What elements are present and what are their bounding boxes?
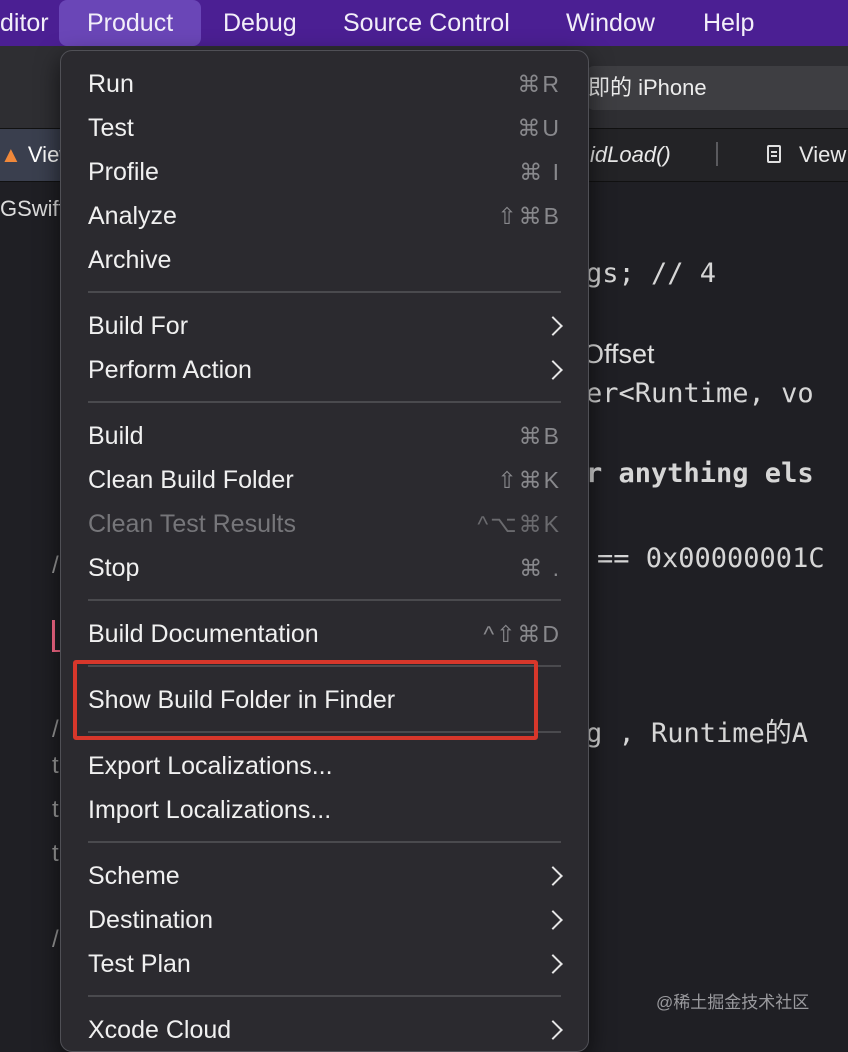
menu-separator [88, 291, 561, 293]
menu-separator [88, 995, 561, 997]
code-line: gs; // 4 [586, 258, 717, 289]
document-icon [767, 145, 781, 163]
menu-item-xcode-cloud[interactable]: Xcode Cloud [88, 1012, 231, 1048]
code-line: g , Runtime的A [586, 718, 809, 749]
code-line: r anything els [586, 458, 814, 489]
code-gutter-char: / [52, 926, 59, 953]
shortcut-build-documentation: ^⇧⌘D [483, 621, 561, 647]
menu-item-destination[interactable]: Destination [88, 902, 213, 938]
code-line: er<Runtime, vo [586, 378, 814, 409]
shortcut-clean-test-results: ^⌥⌘K [477, 511, 561, 537]
menu-item-export-localizations[interactable]: Export Localizations... [88, 748, 333, 784]
shortcut-analyze: ⇧⌘B [497, 203, 561, 229]
menu-item-profile[interactable]: Profile [88, 154, 159, 190]
menu-item-run[interactable]: Run [88, 66, 134, 102]
code-gutter-char: / [52, 552, 59, 579]
shortcut-build: ⌘B [518, 423, 561, 449]
chevron-right-icon [543, 316, 563, 336]
highlight-box [73, 660, 538, 740]
code-gutter-char: / [52, 716, 59, 743]
run-destination-selector[interactable]: 即的 iPhone [586, 66, 848, 110]
swift-file-icon: ▲ [0, 142, 22, 167]
menu-item-analyze[interactable]: Analyze [88, 198, 177, 234]
menubar-item-help[interactable]: Help [703, 0, 754, 46]
tab-view-doc-label[interactable]: View [799, 129, 846, 181]
shortcut-profile: ⌘ I [519, 159, 561, 185]
menu-item-clean-build-folder[interactable]: Clean Build Folder [88, 462, 294, 498]
breadcrumb[interactable]: GSwift [0, 196, 65, 222]
chevron-right-icon [543, 954, 563, 974]
tab-divider [716, 142, 718, 166]
menu-item-build-documentation[interactable]: Build Documentation [88, 616, 319, 652]
menubar-item-product[interactable]: Product [59, 0, 202, 46]
chevron-right-icon [543, 360, 563, 380]
menu-item-archive[interactable]: Archive [88, 242, 171, 278]
chevron-right-icon [543, 866, 563, 886]
menubar-item-window[interactable]: Window [566, 0, 655, 46]
menu-item-test-plan[interactable]: Test Plan [88, 946, 191, 982]
menu-item-clean-test-results: Clean Test Results [88, 510, 296, 538]
menubar-item-debug[interactable]: Debug [223, 0, 297, 46]
shortcut-test: ⌘U [517, 115, 561, 141]
code-line: Offset [583, 339, 655, 369]
menu-item-test[interactable]: Test [88, 110, 134, 146]
menu-item-build-for[interactable]: Build For [88, 308, 188, 344]
shortcut-stop: ⌘ . [519, 555, 561, 581]
product-menu: Run ⌘R Test ⌘U Profile ⌘ I Analyze ⇧⌘B A… [60, 50, 589, 1052]
menu-item-scheme[interactable]: Scheme [88, 858, 180, 894]
code-gutter-char: t [52, 840, 59, 867]
jump-bar-method[interactable]: idLoad() [590, 129, 671, 181]
menu-item-stop[interactable]: Stop [88, 550, 139, 586]
menu-separator [88, 841, 561, 843]
code-gutter-char: t [52, 752, 59, 779]
watermark: @稀土掘金技术社区 [656, 993, 810, 1012]
menu-item-perform-action[interactable]: Perform Action [88, 352, 252, 388]
shortcut-run: ⌘R [517, 71, 561, 97]
menubar-item-source-control[interactable]: Source Control [343, 0, 510, 46]
menu-item-build[interactable]: Build [88, 418, 144, 454]
chevron-right-icon [543, 910, 563, 930]
menubar-item-editor[interactable]: ditor [0, 0, 49, 46]
menu-separator [88, 599, 561, 601]
code-gutter-char: t [52, 796, 59, 823]
menu-separator [88, 401, 561, 403]
menu-item-import-localizations[interactable]: Import Localizations... [88, 792, 331, 828]
shortcut-clean-build-folder: ⇧⌘K [497, 467, 561, 493]
chevron-right-icon [543, 1020, 563, 1040]
code-line: == 0x00000001C [597, 543, 825, 574]
